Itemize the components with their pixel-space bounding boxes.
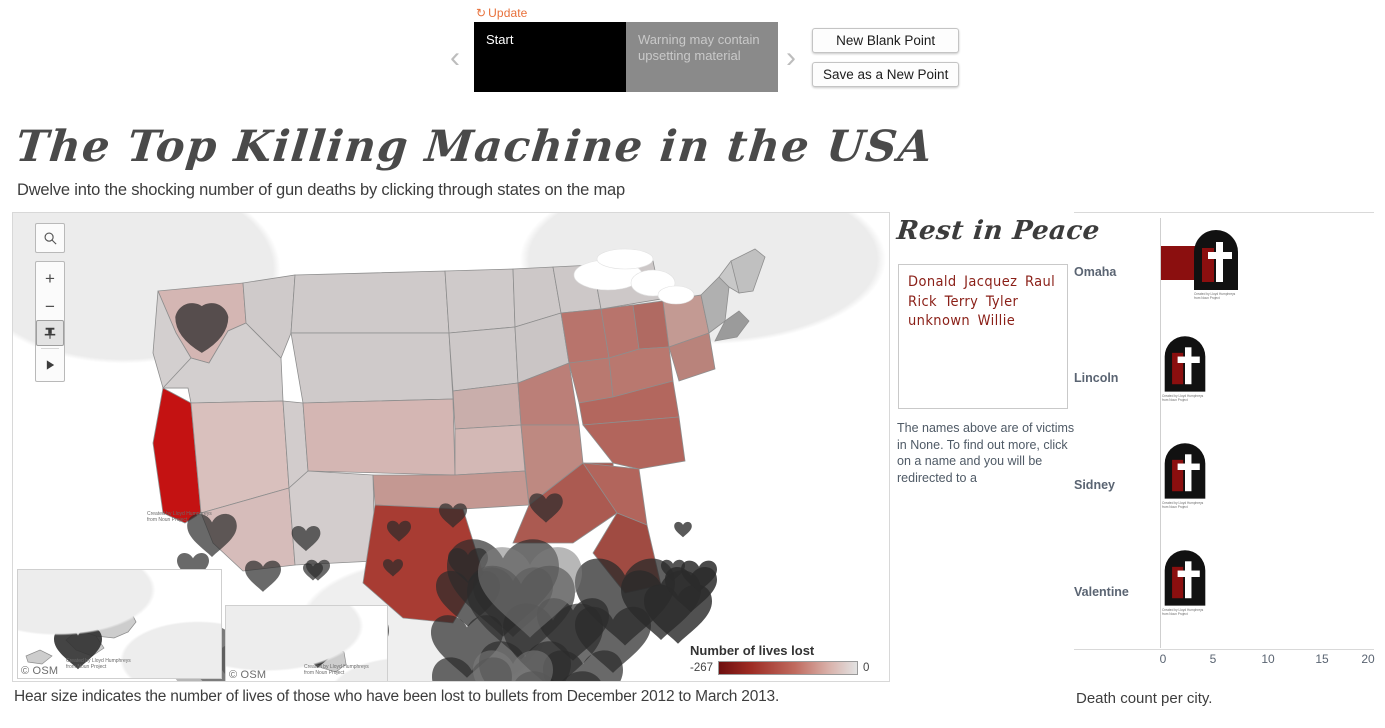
gravestone-glyph bbox=[1164, 443, 1206, 499]
table-row[interactable]: Sidney Created by Lloyd Humphreys from N… bbox=[1074, 435, 1374, 535]
legend-gradient-bar bbox=[718, 661, 859, 675]
table-row[interactable]: Omaha Created by Lloyd Humphreys from No… bbox=[1074, 222, 1374, 322]
page-subtitle: Dwelve into the shocking number of gun d… bbox=[17, 181, 626, 199]
play-icon[interactable] bbox=[36, 351, 64, 379]
rip-name-item[interactable]: unknown bbox=[908, 313, 970, 329]
axis-tick-label: 5 bbox=[1209, 652, 1217, 666]
alaska-basemap bbox=[18, 570, 221, 678]
bar-category-label: Lincoln bbox=[1074, 371, 1119, 385]
zoom-in-button[interactable]: + bbox=[36, 264, 64, 292]
axis-tick-label: 20 bbox=[1361, 652, 1375, 666]
search-icon bbox=[43, 231, 57, 245]
bar-category-label: Omaha bbox=[1074, 265, 1117, 279]
page-title: The Top Killing Machine in the USA bbox=[13, 122, 936, 172]
rip-name-item[interactable]: Raul bbox=[1025, 274, 1055, 290]
bar-category-label: Sidney bbox=[1074, 478, 1115, 492]
choropleth-map[interactable]: Created by Lloyd Humphreys from Noun Pro… bbox=[12, 212, 890, 682]
state-newmexico bbox=[288, 470, 376, 566]
story-point-buttons: New Blank Point Save as a New Point bbox=[812, 28, 960, 96]
refresh-icon: ↻ bbox=[476, 6, 487, 20]
gravestone-icon bbox=[1161, 441, 1209, 504]
hawaii-inset[interactable]: Created by Lloyd Humphreys from Noun Pro… bbox=[225, 605, 388, 681]
gravestone-credit: Created by Lloyd Humphreys from Noun Pro… bbox=[1162, 608, 1204, 617]
rip-name-item[interactable]: Tyler bbox=[986, 294, 1018, 310]
state-northdakota bbox=[444, 268, 516, 334]
gravestone-icon bbox=[1161, 334, 1209, 397]
rip-name-item[interactable]: Terry bbox=[945, 294, 979, 310]
state-kansas bbox=[454, 424, 526, 476]
chart-x-axis-ticks: 0 5 10 15 20 bbox=[1074, 652, 1375, 672]
map-caption: Hear size indicates the number of lives … bbox=[14, 688, 780, 705]
rip-name-item[interactable]: Jacquez bbox=[964, 274, 1017, 290]
chart-top-rule bbox=[1074, 212, 1374, 213]
rip-name-item[interactable]: Rick bbox=[908, 294, 937, 310]
rip-panel-title: Rest in Peace bbox=[895, 216, 1102, 246]
story-point-warning[interactable]: Warning may contain upsetting material bbox=[626, 22, 778, 92]
story-point-start[interactable]: Start bbox=[474, 22, 626, 92]
table-row[interactable]: Lincoln Created by Lloyd Humphreys from … bbox=[1074, 328, 1374, 428]
axis-tick-label: 15 bbox=[1315, 652, 1329, 666]
rip-name-item[interactable]: Donald bbox=[908, 274, 957, 290]
map-zoom-controls: + − bbox=[35, 261, 65, 382]
next-point-arrow[interactable]: › bbox=[786, 43, 796, 73]
state-oklahoma bbox=[372, 470, 530, 510]
zoom-out-button[interactable]: − bbox=[36, 292, 64, 320]
state-colorado bbox=[302, 398, 456, 476]
chart-caption: Death count per city. bbox=[1076, 690, 1213, 707]
legend-max-label: 0 bbox=[863, 662, 870, 674]
control-divider bbox=[41, 348, 59, 349]
alaska-inset[interactable]: Created by Lloyd Humphreys from Noun Pro… bbox=[17, 569, 222, 679]
state-illinois bbox=[560, 308, 610, 364]
state-nc-sc bbox=[582, 416, 686, 470]
play-glyph bbox=[46, 360, 54, 370]
state-nebraska bbox=[452, 382, 522, 430]
update-label: Update bbox=[488, 6, 528, 20]
save-as-new-point-button[interactable]: Save as a New Point bbox=[812, 62, 960, 87]
bar-category-label: Valentine bbox=[1074, 585, 1129, 599]
gravestone-glyph bbox=[1194, 230, 1238, 290]
legend-min-label: -267 bbox=[690, 662, 714, 674]
state-southdakota bbox=[448, 326, 519, 392]
rip-name-item[interactable]: Willie bbox=[978, 313, 1016, 329]
story-points-list: Start Warning may contain upsetting mate… bbox=[474, 22, 778, 92]
legend-scale: -267 0 bbox=[690, 661, 869, 675]
alaska-osm-attribution: © OSM bbox=[21, 665, 59, 677]
new-blank-point-button[interactable]: New Blank Point bbox=[812, 28, 960, 53]
gravestone-glyph bbox=[1164, 336, 1206, 392]
death-count-chart: Omaha Created by Lloyd Humphreys from No… bbox=[1074, 212, 1375, 672]
rip-explanation-text: The names above are of victims in None. … bbox=[897, 421, 1075, 485]
pin-glyph bbox=[44, 327, 56, 339]
state-kentucky-w bbox=[568, 357, 614, 404]
map-legend: Number of lives lost -267 0 bbox=[690, 643, 869, 675]
gravestone-glyph bbox=[1164, 550, 1206, 606]
chart-bottom-rule bbox=[1074, 649, 1374, 650]
prev-point-arrow[interactable]: ‹ bbox=[450, 43, 460, 73]
hawaii-osm-attribution: © OSM bbox=[229, 669, 267, 681]
rip-names-list: Donald Jacquez Raul Rick Terry Tyler unk… bbox=[908, 273, 1058, 332]
gravestone-credit: Created by Lloyd Humphreys from Noun Pro… bbox=[1162, 501, 1204, 510]
gravestone-credit: Created by Lloyd Humphreys from Noun Pro… bbox=[1162, 394, 1204, 403]
gravestone-icon bbox=[1190, 228, 1242, 295]
axis-tick-label: 0 bbox=[1159, 652, 1167, 666]
state-wyoming bbox=[290, 332, 454, 404]
page-root: ↻ Update ‹ Start Warning may contain upse… bbox=[0, 0, 1385, 728]
map-search-button[interactable] bbox=[35, 223, 65, 253]
legend-title: Number of lives lost bbox=[690, 643, 815, 658]
gravestone-credit: Created by Lloyd Humphreys from Noun Pro… bbox=[1194, 292, 1236, 301]
gravestone-icon bbox=[1161, 548, 1209, 611]
table-row[interactable]: Valentine Created by Lloyd Humphreys fro… bbox=[1074, 542, 1374, 642]
axis-tick-label: 10 bbox=[1261, 652, 1275, 666]
rip-names-box[interactable]: Donald Jacquez Raul Rick Terry Tyler unk… bbox=[898, 264, 1068, 409]
update-button[interactable]: ↻ Update bbox=[476, 6, 527, 20]
state-montana bbox=[290, 270, 450, 334]
pin-icon[interactable] bbox=[36, 320, 64, 346]
